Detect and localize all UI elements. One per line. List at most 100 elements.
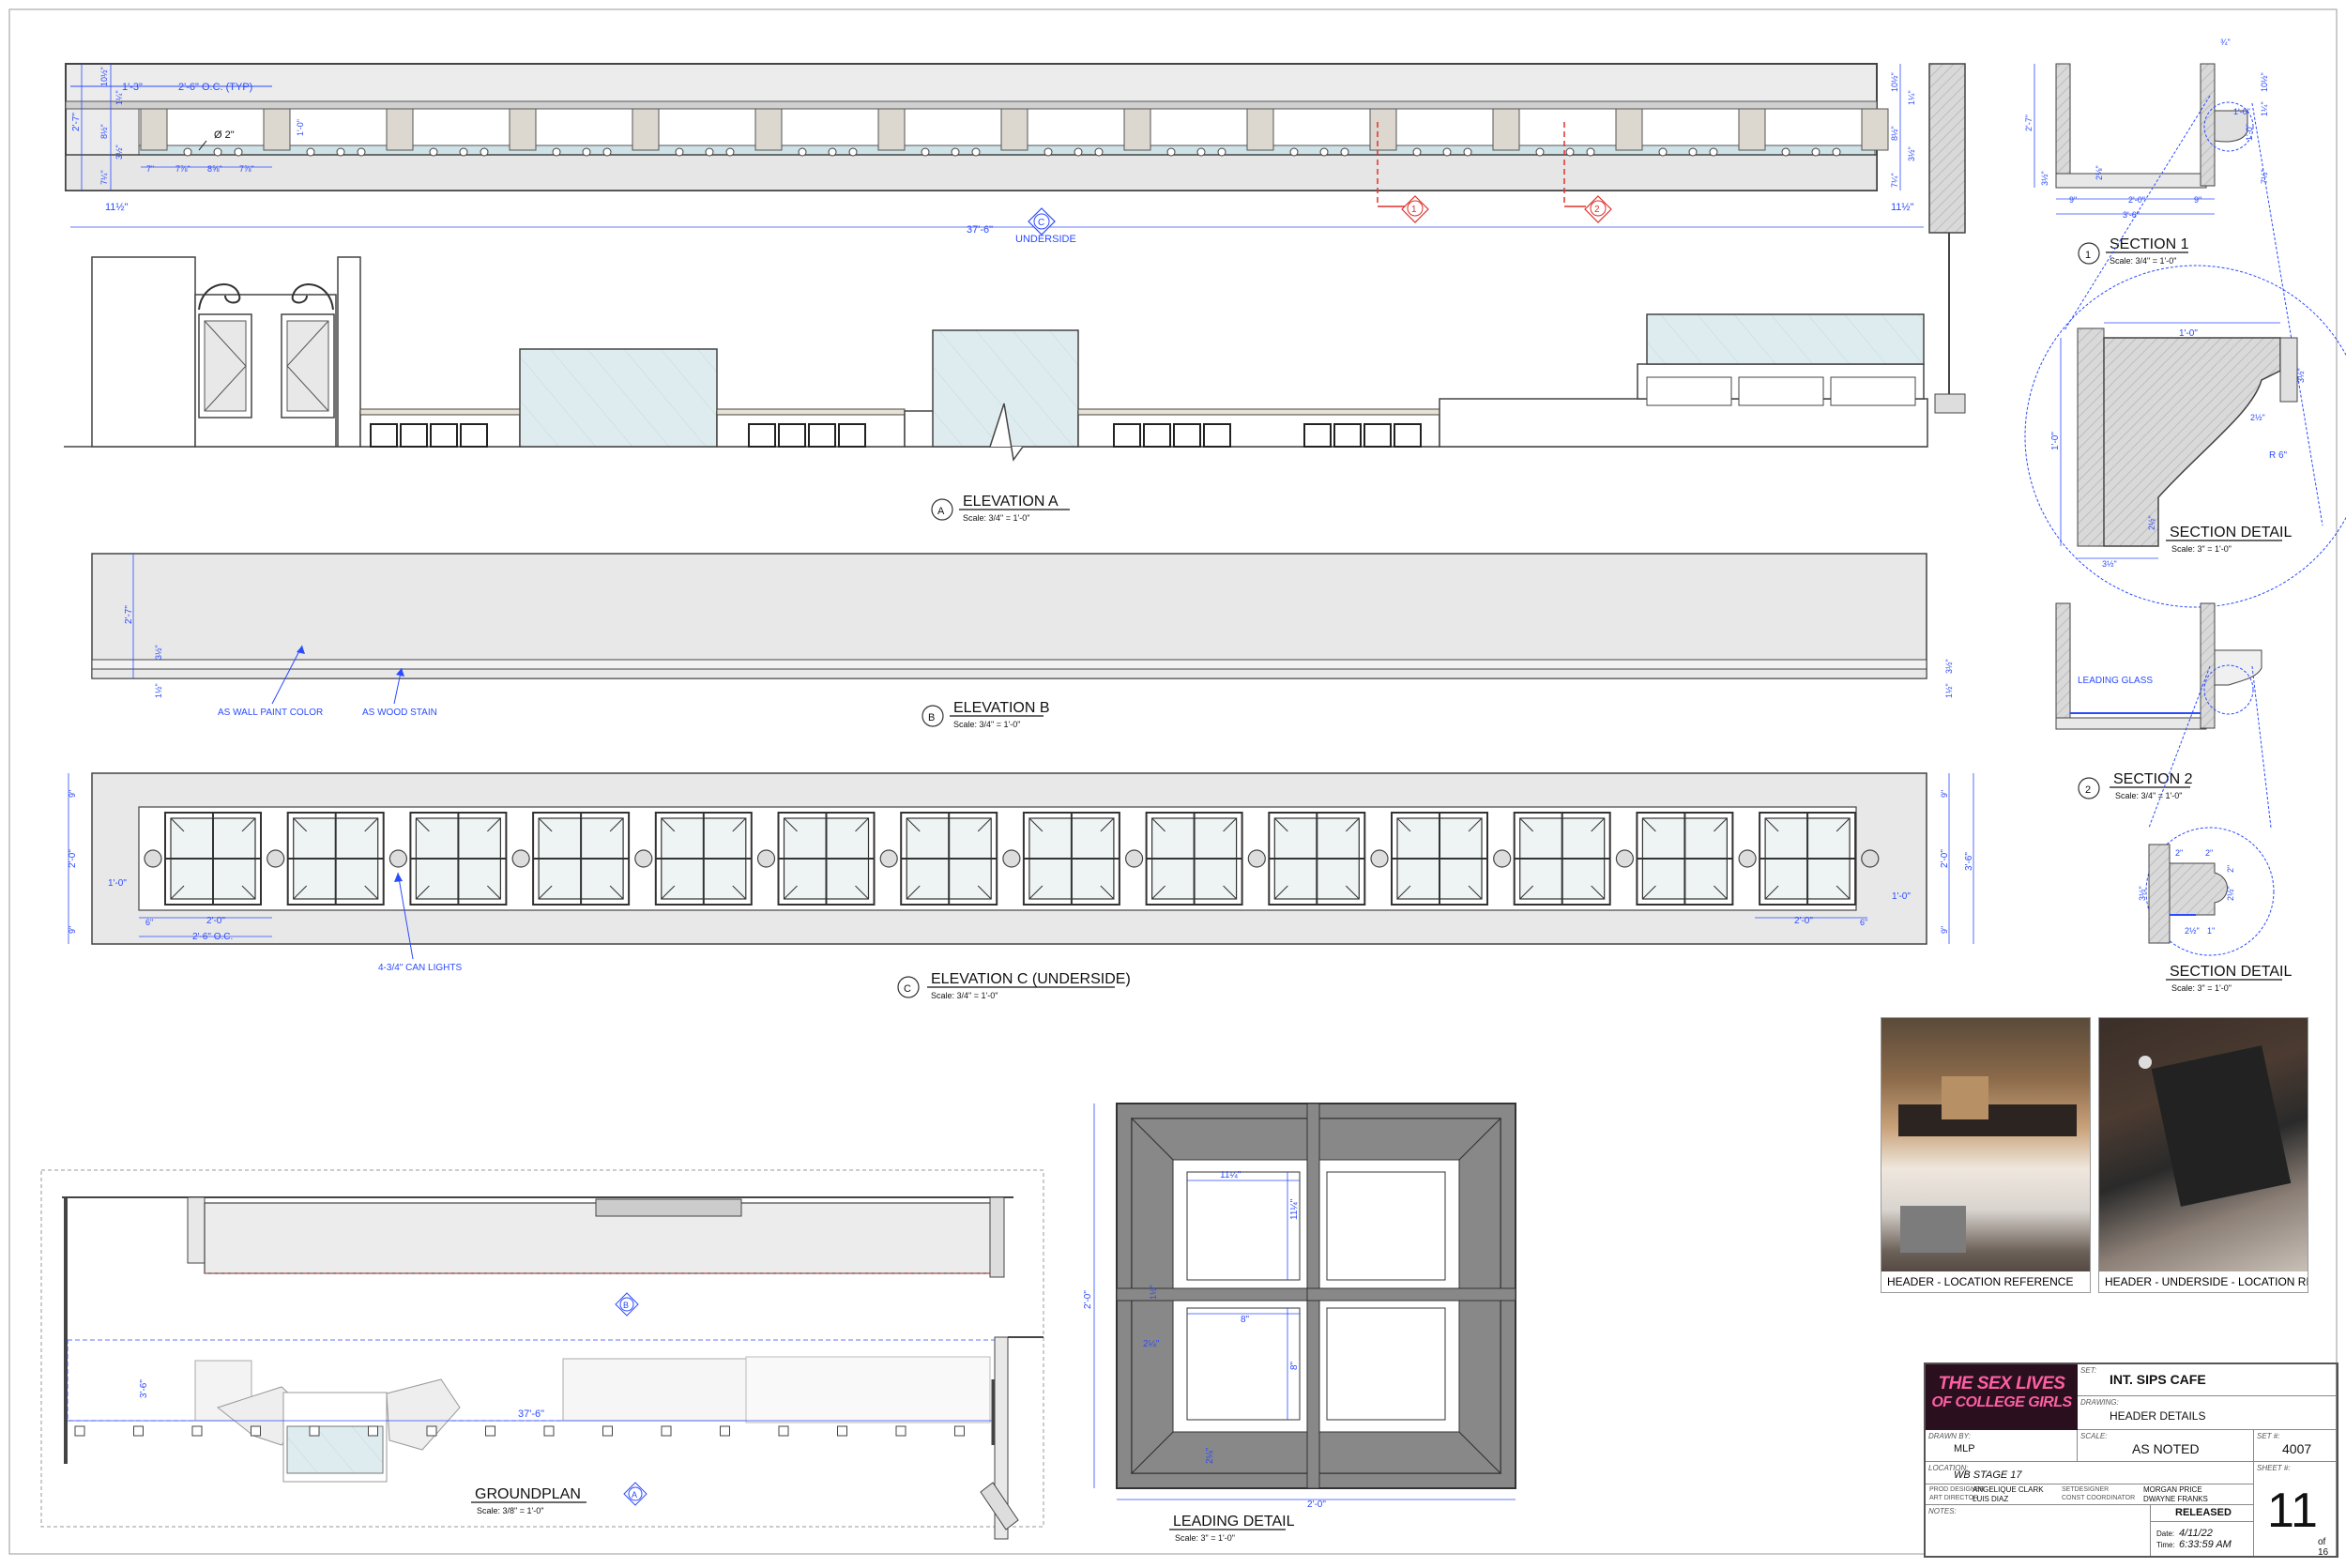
groundplan-title: GROUNDPLAN [475,1486,581,1502]
section-2-number: 2 [2085,784,2091,796]
elevation-b-title: ELEVATION B [953,700,1050,716]
hole-mark [1074,147,1083,157]
drawn-by-value: MLP [1954,1443,1975,1454]
dim-h-d: 3½" [114,145,124,160]
corbel-block [877,108,906,151]
hole-mark [213,147,222,157]
can-light [1124,849,1144,868]
sheet-label: SHEET #: [2257,1464,2291,1472]
post-mark [191,1425,203,1437]
sd2-dim-g: 1" [2207,926,2215,936]
corbel-block [1123,108,1151,151]
leaded-glass-panel [1268,812,1366,906]
dim-spacing: 2'-6" O.C. (TYP) [178,82,252,93]
hole-mark [1340,147,1349,157]
set-designer-value: MORGAN PRICE [2143,1485,2202,1494]
hole-mark [1535,147,1545,157]
dim-diameter: Ø 2" [214,129,235,141]
drawing-canvas: 1'-3" 2'-6" O.C. (TYP) Ø 2" 7" 7⅞" 8⅝" 7… [8,8,2346,1555]
leaded-glass-panel [777,812,876,906]
post-mark [543,1425,555,1437]
dim-d3: 8⅝" [207,164,222,174]
underside-marker: C [1038,218,1044,228]
post-mark [720,1425,730,1437]
leaded-glass-panel [1636,812,1734,906]
hole-mark [1811,147,1820,157]
photo-2-caption: HEADER - UNDERSIDE - LOCATION REFERENCE [2099,1271,2308,1292]
underside-label: UNDERSIDE [1015,234,1076,245]
sd1-dim-r: R 6" [2269,450,2288,461]
corbel-block [1369,108,1397,151]
sheet-cell: SHEET #: 11 of 16 [2254,1462,2337,1558]
s1-dim-a: 10½" [2260,72,2269,92]
corbel-block [1246,108,1274,151]
can-light [1493,849,1512,868]
elevation-c-marker: C [904,983,911,995]
dim-c-two-r: 2'-0" [1794,916,1813,926]
hole-mark [951,147,960,157]
dim-overall: 37'-6" [967,224,993,236]
leading-dim-d: 8" [1241,1315,1250,1325]
show-logo: THE SEX LIVES OF COLLEGE GIRLS [1926,1364,2078,1430]
location-photo-2: HEADER - UNDERSIDE - LOCATION REFERENCE [2098,1017,2308,1293]
corbel-block [386,108,414,151]
dim-h-c: 8½" [99,124,109,139]
can-light [1370,849,1389,868]
s1-dim-j: 1'-0" [2233,107,2250,116]
hole-mark [1217,147,1226,157]
hole-mark [1688,147,1698,157]
date-cell: Date: 4/11/22 Time: 6:33:59 AM [2151,1522,2254,1556]
section-detail-2-scale: Scale: 3" = 1'-0" [2171,983,2232,993]
dim-c-height-r: 3'-6" [1964,852,1974,871]
can-light [1738,849,1757,868]
location-cell: LOCATION: WB STAGE 17 [1926,1462,2254,1484]
hole-mark [798,147,807,157]
dim-left-offset: 1'-3" [122,82,143,93]
leading-dim-g: 2¼" [1204,1447,1215,1464]
hole-mark [1586,147,1595,157]
hole-mark [1319,147,1329,157]
hole-mark [552,147,561,157]
can-light [1247,849,1266,868]
can-light [879,849,898,868]
post-mark [954,1425,965,1437]
logo-cell: THE SEX LIVES OF COLLEGE GIRLS [1926,1364,2078,1430]
hole-mark [1709,147,1718,157]
elevation-b-marker: B [928,712,935,723]
photo-1-caption: HEADER - LOCATION REFERENCE [1881,1271,2090,1292]
s1-dim-d: 3½" [2040,171,2049,186]
dim-h-b: 1¼" [114,90,124,105]
hole-mark [1781,147,1790,157]
groundplan-posts [74,1425,965,1437]
sd2-dim-a: 2" [2175,848,2183,858]
s1-dim-f: 9" [2069,195,2077,205]
leading-dim-b: 11¼" [1288,1198,1300,1220]
section-detail-2-title: SECTION DETAIL [2170,964,2292,980]
post-mark [661,1425,672,1437]
section-2-scale: Scale: 3/4" = 1'-0" [2115,791,2182,800]
location-value: WB STAGE 17 [1954,1469,2022,1481]
dim-d1: 7" [146,164,154,174]
hole-mark [848,147,858,157]
sd1-dim-h: 1'-0" [2050,432,2061,450]
hole-mark [1832,147,1841,157]
corbel-block [1738,108,1766,151]
drawing-label: DRAWING: [2080,1398,2119,1407]
sd2-dim-d: 2" [2226,865,2235,873]
sd2-dim-e: 2½" [2226,886,2235,901]
section-1: 2'-7" ¾" 10½" 1¼" 1'-0" 7½" 1'-0" 3½" 2⅛… [2024,38,2269,266]
set-cell: SET: INT. SIPS CAFE [2078,1364,2337,1396]
corbel-block [263,108,291,151]
leaded-glass-panel [532,812,631,906]
s1-dim-i: 2⅛" [2095,165,2104,180]
sheet-number: 11 [2267,1484,2318,1538]
dim-end-right: 11½" [1891,202,1914,213]
can-light [388,849,407,868]
post-mark [74,1425,85,1437]
s1-dim-h: 2'-7" [2024,114,2034,131]
post-mark [251,1425,261,1437]
leading-dim-c: 1½" [1149,1285,1158,1300]
dim-c-top: 9" [68,790,77,798]
drawing-sheet: 1'-3" 2'-6" O.C. (TYP) Ø 2" 7" 7⅞" 8⅝" 7… [0,0,2346,1563]
sd1-dim-bottom: 3½" [2102,559,2117,569]
